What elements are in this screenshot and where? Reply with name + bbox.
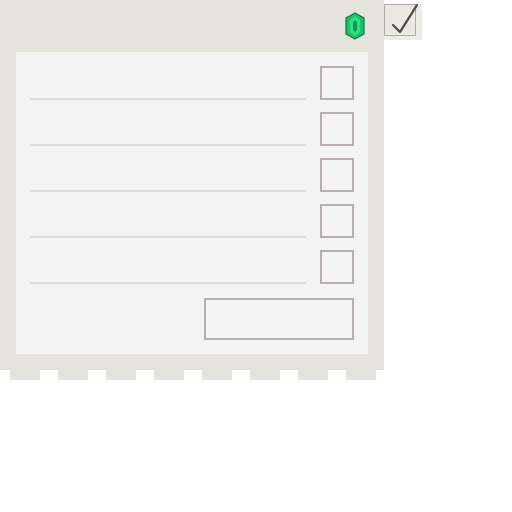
- row-checkbox[interactable]: [320, 158, 354, 192]
- form-row: [16, 52, 368, 100]
- form-row: [16, 190, 368, 238]
- form-content: [16, 52, 368, 354]
- row-checkbox[interactable]: [320, 250, 354, 284]
- form-panel: [0, 0, 384, 370]
- confirm-button[interactable]: [384, 3, 422, 40]
- row-checkbox[interactable]: [320, 112, 354, 146]
- form-row: [16, 236, 368, 284]
- row-checkbox[interactable]: [320, 204, 354, 238]
- checkmark-icon: [391, 3, 419, 34]
- row-checkbox[interactable]: [320, 66, 354, 100]
- text-field-underline[interactable]: [30, 282, 306, 284]
- form-row: [16, 98, 368, 146]
- form-row: [16, 144, 368, 192]
- perforated-edge: [10, 370, 376, 380]
- green-gem-icon: [345, 12, 365, 40]
- submit-button[interactable]: [204, 298, 354, 340]
